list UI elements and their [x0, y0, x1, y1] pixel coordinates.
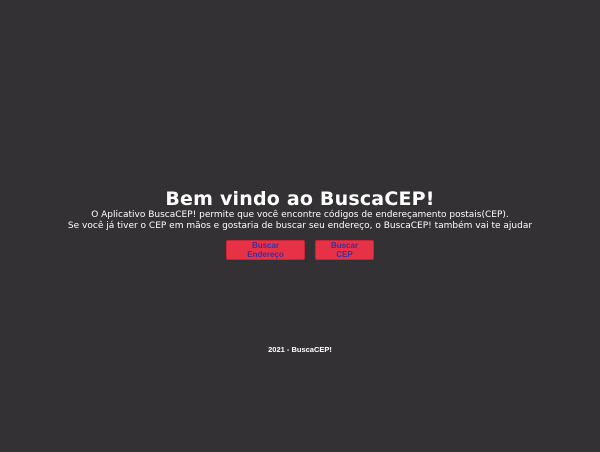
action-buttons: Buscar Endereço Buscar CEP: [0, 240, 600, 260]
intro-text-line-2: Se você já tiver o CEP em mãos e gostari…: [67, 221, 533, 231]
search-address-button[interactable]: Buscar Endereço: [226, 240, 305, 260]
footer-copyright: 2021 - BuscaCEP!: [268, 345, 332, 354]
page-title: Bem vindo ao BuscaCEP!: [165, 188, 435, 210]
intro-text-line-1: O Aplicativo BuscaCEP! permite que você …: [91, 210, 509, 220]
footer: 2021 - BuscaCEP!: [0, 345, 600, 355]
hero-section: Bem vindo ao BuscaCEP! O Aplicativo Busc…: [0, 188, 600, 260]
search-cep-button[interactable]: Buscar CEP: [315, 240, 374, 260]
